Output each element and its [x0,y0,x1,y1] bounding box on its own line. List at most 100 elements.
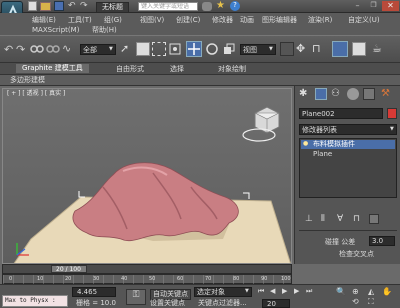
move-icon[interactable] [186,41,202,57]
menu-item-views[interactable]: 视图(V) [140,17,164,24]
perspective-viewport[interactable]: [ + ] [ 透视 ] [ 真实 ] [2,88,292,264]
modify-tab-icon[interactable] [315,88,327,100]
display-tab-icon[interactable] [363,88,375,100]
bind-space-warp-icon[interactable]: ∿ [62,42,76,56]
rect-selection-icon[interactable] [152,42,166,56]
menu-item-rendering[interactable]: 渲染(R) [308,17,332,24]
reference-coord-dropdown[interactable]: 视图 ▼ [240,44,276,55]
render-teapot-icon[interactable]: ☕ [372,42,386,56]
undo-tool-icon[interactable]: ↶ [4,43,16,56]
ribbon-sub-label[interactable]: 多边形建模 [10,77,45,84]
select-by-name-icon[interactable] [136,42,150,56]
close-button[interactable]: ✕ [382,1,399,11]
menu-item-tools[interactable]: 工具(T) [68,17,92,24]
menu-bar: 编辑(E) 工具(T) 组(G) 视图(V) 创建(C) 修改器 动画 图形编辑… [0,13,400,35]
snap-toggle-icon[interactable]: ⊓ [312,42,326,56]
tab-graphite-modeling[interactable]: Graphite 建模工具 [16,64,89,73]
maxscript-listener[interactable]: Max to Physx : [2,295,68,307]
select-object-icon[interactable]: ➚ [120,42,134,56]
window-crossing-icon[interactable] [168,42,182,56]
minimize-button[interactable]: – [350,1,365,11]
menu-item-create[interactable]: 创建(C) [176,17,200,24]
utilities-tab-icon[interactable]: ⚒ [381,88,393,100]
selection-filter-dropdown[interactable]: 全部 ▼ [80,44,116,55]
stack-item-cloth[interactable]: ● 布料模拟插件 [301,140,395,149]
light-bulb-icon[interactable]: ● [303,141,308,147]
menu-item-modifiers[interactable]: 修改器 [212,17,233,24]
menu-item-group[interactable]: 组(G) [104,17,122,24]
playback-controls: ⏮ ◀ ▶ ▶ ⏭ [258,287,328,297]
menu-item-animation[interactable]: 动画 [240,17,254,24]
zoom-all-icon[interactable]: ⊕ [352,288,359,296]
prev-frame-icon[interactable]: ◀ [270,288,275,295]
redo-tool-icon[interactable]: ↷ [16,43,28,56]
key-icon[interactable]: ⚿ [126,289,146,305]
create-tab-icon[interactable]: ✱ [299,88,311,100]
status-bar: Max to Physx : 4.465 栅格 = 10.0 ⚿ 自动关键点 设… [0,284,400,308]
binoculars-icon[interactable] [202,2,212,11]
maximize-viewport-icon[interactable]: ⛶ [368,298,374,306]
set-key-button[interactable]: 设置关键点 [150,300,185,307]
pivot-center-icon[interactable] [280,42,294,56]
tick-80: 80 [233,276,240,282]
orbit-icon[interactable]: ⟲ [352,298,359,306]
menu-item-edit[interactable]: 编辑(E) [32,17,56,24]
pin-stack-icon[interactable]: ⊥ [305,214,315,224]
object-color-swatch[interactable] [387,108,397,119]
show-end-result-icon[interactable]: ⫴ [321,214,331,224]
time-slider[interactable]: 20 / 100 [2,264,292,274]
render-setup-icon[interactable] [332,41,348,57]
menu-item-maxscript[interactable]: MAXScript(M) [32,27,79,34]
redo-icon[interactable]: ↷ [80,1,90,11]
rendered-frame-icon[interactable] [352,42,366,56]
time-slider-handle[interactable]: 20 / 100 [51,265,87,273]
check-intersections-button[interactable]: 检查交叉点 [331,250,395,260]
unlink-icon[interactable] [46,42,60,56]
rotate-icon[interactable] [205,42,219,56]
new-file-icon[interactable] [28,1,37,11]
scale-icon[interactable] [222,42,236,56]
coord-field[interactable]: 4.465 [72,287,116,297]
stack-item-cloth-label: 布料模拟插件 [313,140,355,148]
tab-object-paint[interactable]: 对象绘制 [218,66,246,73]
open-folder-icon[interactable] [40,2,51,11]
hierarchy-tab-icon[interactable]: ⚇ [331,88,343,100]
selected-dropdown[interactable]: 选定对象 ▼ [194,287,252,297]
menu-item-help[interactable]: 帮助(H) [92,27,117,34]
rollout-divider [299,230,397,231]
tick-90: 90 [261,276,268,282]
save-icon[interactable] [54,1,64,11]
undo-icon[interactable]: ↶ [68,1,78,11]
field-of-view-icon[interactable]: ◭ [368,288,374,296]
goto-start-icon[interactable]: ⏮ [258,288,264,295]
play-icon[interactable]: ▶ [282,288,287,295]
maximize-button[interactable]: ❐ [366,1,381,11]
menu-item-customize[interactable]: 自定义(U) [348,17,380,24]
tick-20: 20 [65,276,72,282]
collision-tolerance-spinner[interactable]: 3.0 [369,236,395,246]
search-input[interactable]: 键入关键字或短语 [138,2,198,11]
object-name-field[interactable]: Plane002 [299,108,383,119]
modifier-list-dropdown[interactable]: 修改器列表 ▼ [299,124,397,135]
current-frame-field[interactable]: 20 [262,299,290,308]
zoom-icon[interactable]: 🔍 [336,288,346,296]
star-icon[interactable]: ★ [216,0,228,12]
select-manipulate-icon[interactable]: ✥ [296,42,310,56]
select-link-icon[interactable] [30,42,44,56]
motion-tab-icon[interactable] [347,88,359,100]
track-bar[interactable]: 0 10 20 30 40 50 60 70 80 90 100 [2,274,293,285]
pan-icon[interactable]: ✋ [382,288,392,296]
selection-filter-value: 全部 [83,46,97,54]
remove-modifier-icon[interactable]: ⊓ [353,214,363,224]
stack-item-plane[interactable]: Plane [301,150,395,159]
help-icon[interactable]: ? [230,1,240,11]
configure-sets-icon[interactable] [369,214,379,224]
goto-end-icon[interactable]: ⏭ [306,288,312,295]
tab-selection[interactable]: 选择 [170,66,184,73]
key-filters-button[interactable]: 关键点过滤器... [198,300,247,307]
menu-item-graph-editors[interactable]: 图形编辑器 [262,17,297,24]
tab-freeform[interactable]: 自由形式 [116,66,144,73]
tick-30: 30 [93,276,100,282]
next-frame-icon[interactable]: ▶ [294,288,299,295]
make-unique-icon[interactable]: ∀ [337,214,347,224]
